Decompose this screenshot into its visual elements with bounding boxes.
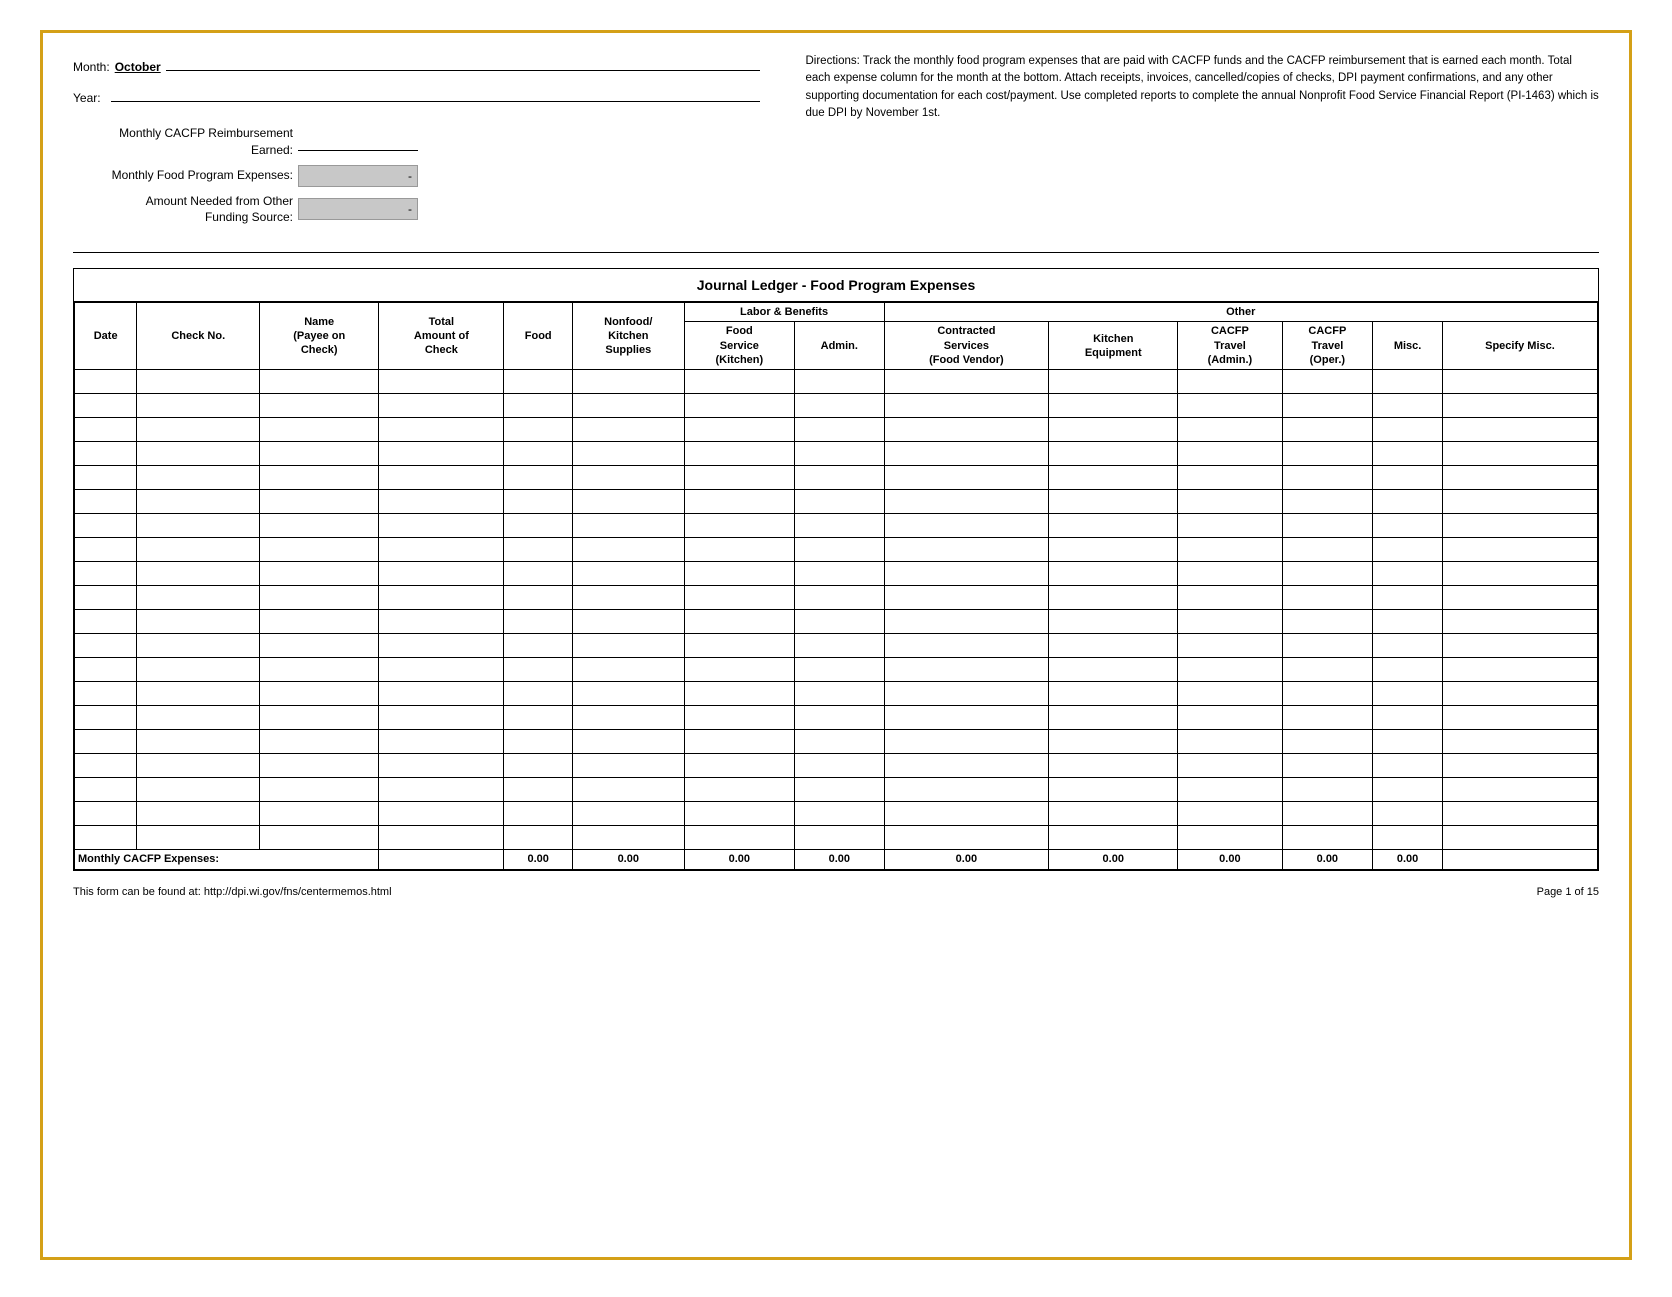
other-header: Other	[884, 303, 1597, 322]
ledger-table: Date Check No. Name(Payee onCheck) Total…	[74, 302, 1598, 869]
col-cacfp-oper: CACFPTravel(Oper.)	[1282, 322, 1373, 370]
ledger-title: Journal Ledger - Food Program Expenses	[74, 269, 1598, 302]
table-row	[75, 442, 1598, 466]
table-row	[75, 370, 1598, 394]
table-row	[75, 754, 1598, 778]
table-row	[75, 730, 1598, 754]
col-cacfp-admin: CACFPTravel(Admin.)	[1178, 322, 1282, 370]
reimbursement-row: Monthly CACFP ReimbursementEarned:	[73, 125, 760, 159]
totals-misc: 0.00	[1373, 850, 1443, 869]
col-food-service: FoodService(Kitchen)	[684, 322, 794, 370]
col-total-amount: TotalAmount ofCheck	[379, 303, 504, 370]
footer-left: This form can be found at: http://dpi.wi…	[73, 886, 392, 898]
col-contracted: ContractedServices(Food Vendor)	[884, 322, 1049, 370]
table-row	[75, 394, 1598, 418]
totals-nonfood: 0.00	[572, 850, 684, 869]
col-name: Name(Payee onCheck)	[260, 303, 379, 370]
col-food: Food	[504, 303, 572, 370]
top-section: Month: October Year: Monthly CACFP Reimb…	[73, 53, 1599, 232]
table-row	[75, 466, 1598, 490]
expenses-row: Monthly Food Program Expenses: -	[73, 165, 760, 187]
totals-specify-misc	[1442, 850, 1597, 869]
labor-benefits-header: Labor & Benefits	[684, 303, 884, 322]
col-check-no: Check No.	[137, 303, 260, 370]
totals-food-service: 0.00	[684, 850, 794, 869]
month-row: Month: October	[73, 53, 760, 74]
reimbursement-label: Monthly CACFP ReimbursementEarned:	[73, 125, 293, 159]
directions-section: Directions: Track the monthly food progr…	[805, 53, 1599, 232]
table-row	[75, 802, 1598, 826]
totals-contracted: 0.00	[884, 850, 1049, 869]
totals-food: 0.00	[504, 850, 572, 869]
totals-cacfp-admin: 0.00	[1178, 850, 1282, 869]
table-row	[75, 586, 1598, 610]
table-row	[75, 418, 1598, 442]
table-row	[75, 682, 1598, 706]
footer: This form can be found at: http://dpi.wi…	[73, 886, 1599, 898]
table-row	[75, 778, 1598, 802]
span-header-row: Date Check No. Name(Payee onCheck) Total…	[75, 303, 1598, 322]
expenses-label: Monthly Food Program Expenses:	[73, 167, 293, 184]
table-row	[75, 514, 1598, 538]
col-misc: Misc.	[1373, 322, 1443, 370]
totals-kitchen-equip: 0.00	[1049, 850, 1178, 869]
page-border: Month: October Year: Monthly CACFP Reimb…	[40, 30, 1632, 1260]
table-row	[75, 634, 1598, 658]
ledger-container: Journal Ledger - Food Program Expenses D…	[73, 268, 1599, 870]
totals-admin: 0.00	[795, 850, 884, 869]
table-row	[75, 562, 1598, 586]
reimbursement-section: Monthly CACFP ReimbursementEarned: Month…	[73, 125, 760, 226]
footer-right: Page 1 of 15	[1537, 886, 1599, 898]
month-value: October	[115, 60, 161, 74]
table-row	[75, 490, 1598, 514]
directions-text: Directions: Track the monthly food progr…	[805, 55, 1598, 119]
table-row	[75, 658, 1598, 682]
expenses-input[interactable]: -	[298, 165, 418, 187]
month-underline	[166, 53, 760, 71]
other-funding-input[interactable]: -	[298, 198, 418, 220]
other-funding-label: Amount Needed from OtherFunding Source:	[73, 193, 293, 227]
month-label: Month:	[73, 60, 110, 74]
col-kitchen-equip: KitchenEquipment	[1049, 322, 1178, 370]
totals-cacfp-oper: 0.00	[1282, 850, 1373, 869]
year-row: Year:	[73, 84, 760, 105]
col-admin: Admin.	[795, 322, 884, 370]
col-nonfood: Nonfood/KitchenSupplies	[572, 303, 684, 370]
table-row	[75, 706, 1598, 730]
reimbursement-underline	[298, 133, 418, 151]
left-form: Month: October Year: Monthly CACFP Reimb…	[73, 53, 760, 232]
year-label: Year:	[73, 91, 101, 105]
totals-total-amount	[379, 850, 504, 869]
totals-label: Monthly CACFP Expenses:	[75, 850, 379, 869]
col-specify-misc: Specify Misc.	[1442, 322, 1597, 370]
table-row	[75, 538, 1598, 562]
col-date: Date	[75, 303, 137, 370]
divider	[73, 252, 1599, 253]
other-funding-row: Amount Needed from OtherFunding Source: …	[73, 193, 760, 227]
totals-row: Monthly CACFP Expenses: 0.00 0.00 0.00 0…	[75, 850, 1598, 869]
table-row	[75, 610, 1598, 634]
year-underline	[111, 84, 760, 102]
table-row	[75, 826, 1598, 850]
